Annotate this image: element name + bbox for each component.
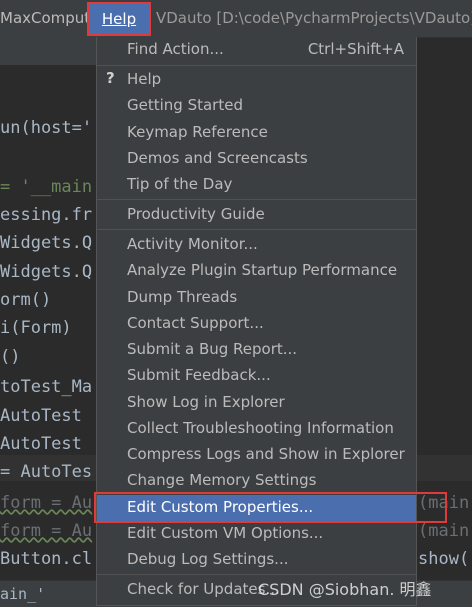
menu-item-analyze-plugin-startup[interactable]: Analyze Plugin Startup Performance xyxy=(97,258,416,284)
menu-item-activity-monitor[interactable]: Activity Monitor... xyxy=(97,232,416,258)
menu-item-debug-log-settings[interactable]: Debug Log Settings... xyxy=(97,547,416,573)
code-line: un(host=' xyxy=(0,118,93,138)
menu-separator xyxy=(97,65,416,66)
code-line: = '__main xyxy=(0,177,93,197)
menu-item-help[interactable]: ? Help xyxy=(97,67,416,93)
menu-item-keymap-reference[interactable]: Keymap Reference xyxy=(97,120,416,146)
menu-help-label: Help xyxy=(101,10,137,28)
code-line: essing.fr xyxy=(0,205,93,225)
menu-item-productivity-guide[interactable]: Productivity Guide xyxy=(97,202,416,228)
toolbar-strip xyxy=(0,37,96,65)
menu-bar: MaxCompute Help VDauto [D:\code\PycharmP… xyxy=(0,0,472,38)
menu-item-edit-custom-vm-options[interactable]: Edit Custom VM Options... xyxy=(97,521,416,547)
code-line: toTest_Ma xyxy=(0,377,93,397)
menu-help[interactable]: Help xyxy=(87,2,151,36)
menu-item-find-action[interactable]: Find Action... Ctrl+Shift+A xyxy=(97,37,416,63)
breadcrumb-text: ain_' xyxy=(0,585,46,603)
code-line: i(Form) xyxy=(0,318,72,338)
code-line: Button.cl xyxy=(0,549,93,569)
menu-item-change-memory-settings[interactable]: Change Memory Settings xyxy=(97,468,416,494)
menu-separator xyxy=(97,229,416,230)
code-fragment: show( xyxy=(418,549,470,569)
menu-item-show-log[interactable]: Show Log in Explorer xyxy=(97,390,416,416)
code-line: form = Au xyxy=(0,521,93,541)
menu-item-dump-threads[interactable]: Dump Threads xyxy=(97,285,416,311)
code-line: AutoTest xyxy=(0,406,82,426)
menu-item-tip-of-the-day[interactable]: Tip of the Day xyxy=(97,172,416,198)
menu-item-submit-bug-report[interactable]: Submit a Bug Report... xyxy=(97,337,416,363)
selection-annotation-box xyxy=(94,492,447,523)
code-line: form = Au xyxy=(0,493,93,513)
code-line: orm() xyxy=(0,290,52,310)
code-line: AutoTest xyxy=(0,434,82,454)
code-line: () xyxy=(0,347,21,367)
code-fragment: (main xyxy=(418,521,470,541)
code-line: Widgets.Q xyxy=(0,233,93,253)
menu-item-getting-started[interactable]: Getting Started xyxy=(97,93,416,119)
shortcut-label: Ctrl+Shift+A xyxy=(307,40,404,58)
watermark-text: CSDN @Siobhan. 明鑫 xyxy=(258,580,432,599)
menu-item-compress-logs[interactable]: Compress Logs and Show in Explorer xyxy=(97,442,416,468)
menu-item-submit-feedback[interactable]: Submit Feedback... xyxy=(97,363,416,389)
code-line: = AutoTes xyxy=(0,462,93,482)
menu-item-demos[interactable]: Demos and Screencasts xyxy=(97,146,416,172)
question-mark-icon: ? xyxy=(106,69,115,87)
menu-item-contact-support[interactable]: Contact Support... xyxy=(97,311,416,337)
menu-maxcompute[interactable]: MaxCompute xyxy=(0,9,99,27)
menu-item-collect-troubleshooting[interactable]: Collect Troubleshooting Information xyxy=(97,416,416,442)
menu-separator xyxy=(97,199,416,200)
project-title: VDauto [D:\code\PycharmProjects\VDauto] xyxy=(156,9,472,27)
menu-separator xyxy=(97,574,416,575)
code-line: Widgets.Q xyxy=(0,262,93,282)
